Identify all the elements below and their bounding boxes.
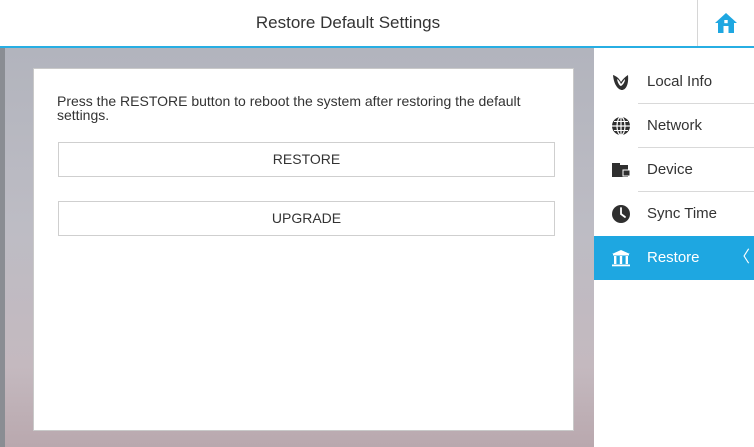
device-icon [610,159,632,181]
sidebar-item-restore[interactable]: Restore 〈 [594,236,754,280]
sidebar-item-label: Sync Time [647,205,718,222]
sidebar-item-device[interactable]: Device [594,148,754,192]
restore-icon [610,247,632,269]
page-title: Restore Default Settings [255,13,441,32]
sidebar-item-label: Device [647,161,693,178]
restore-description: Press the RESTORE button to reboot the s… [57,93,521,123]
top-bar: Restore Default Settings [0,0,754,48]
restore-button[interactable]: RESTORE [58,142,555,177]
home-icon [715,13,737,33]
sidebar-item-label: Local Info [647,73,713,90]
clock-icon [610,203,632,225]
upgrade-button[interactable]: UPGRADE [58,201,555,236]
sidebar-item-label: Network [647,117,703,134]
content-area: Press the RESTORE button to reboot the s… [0,48,594,447]
home-button[interactable] [697,0,754,46]
chevron-left-icon: 〈 [733,249,750,266]
sidebar-item-sync-time[interactable]: Sync Time [594,192,754,236]
restore-panel: Press the RESTORE button to reboot the s… [33,68,574,431]
sidebar-item-network[interactable]: Network [594,104,754,148]
sidebar-item-local-info[interactable]: Local Info [594,60,754,104]
globe-icon [610,115,632,137]
settings-sidebar: Local Info Network Device Sync Time Rest… [594,48,754,447]
sidebar-item-label: Restore [647,249,700,266]
local-info-icon [610,71,632,93]
